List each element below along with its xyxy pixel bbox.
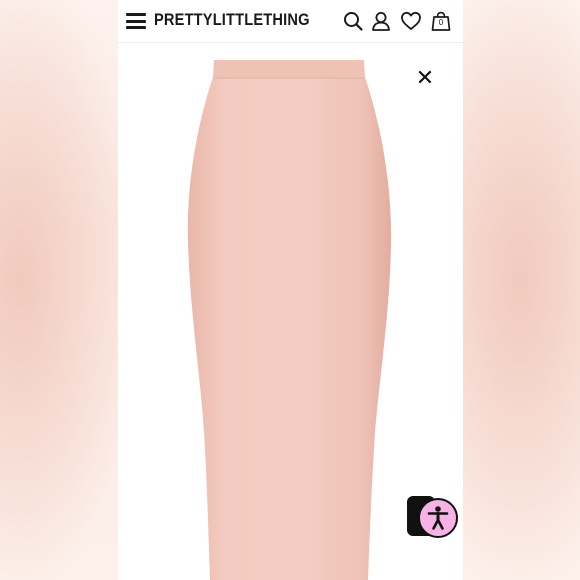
hamburger-menu-icon[interactable] xyxy=(126,13,146,29)
skirt-waistband xyxy=(213,60,365,78)
accessibility-icon[interactable] xyxy=(418,498,458,538)
brand-logo[interactable]: PRETTYLITTLETHING xyxy=(154,10,310,30)
skirt-body xyxy=(187,77,392,580)
site-header: PRETTYLITTLETHING 0 xyxy=(118,0,463,43)
app-screen: PRETTYLITTLETHING 0 ✕ xyxy=(118,0,463,580)
shopping-bag-icon[interactable]: 0 xyxy=(430,10,452,32)
account-icon[interactable] xyxy=(370,10,392,32)
close-icon[interactable]: ✕ xyxy=(414,68,436,90)
bag-count: 0 xyxy=(438,18,444,27)
wishlist-heart-icon[interactable] xyxy=(400,10,422,32)
search-icon[interactable] xyxy=(342,10,364,32)
